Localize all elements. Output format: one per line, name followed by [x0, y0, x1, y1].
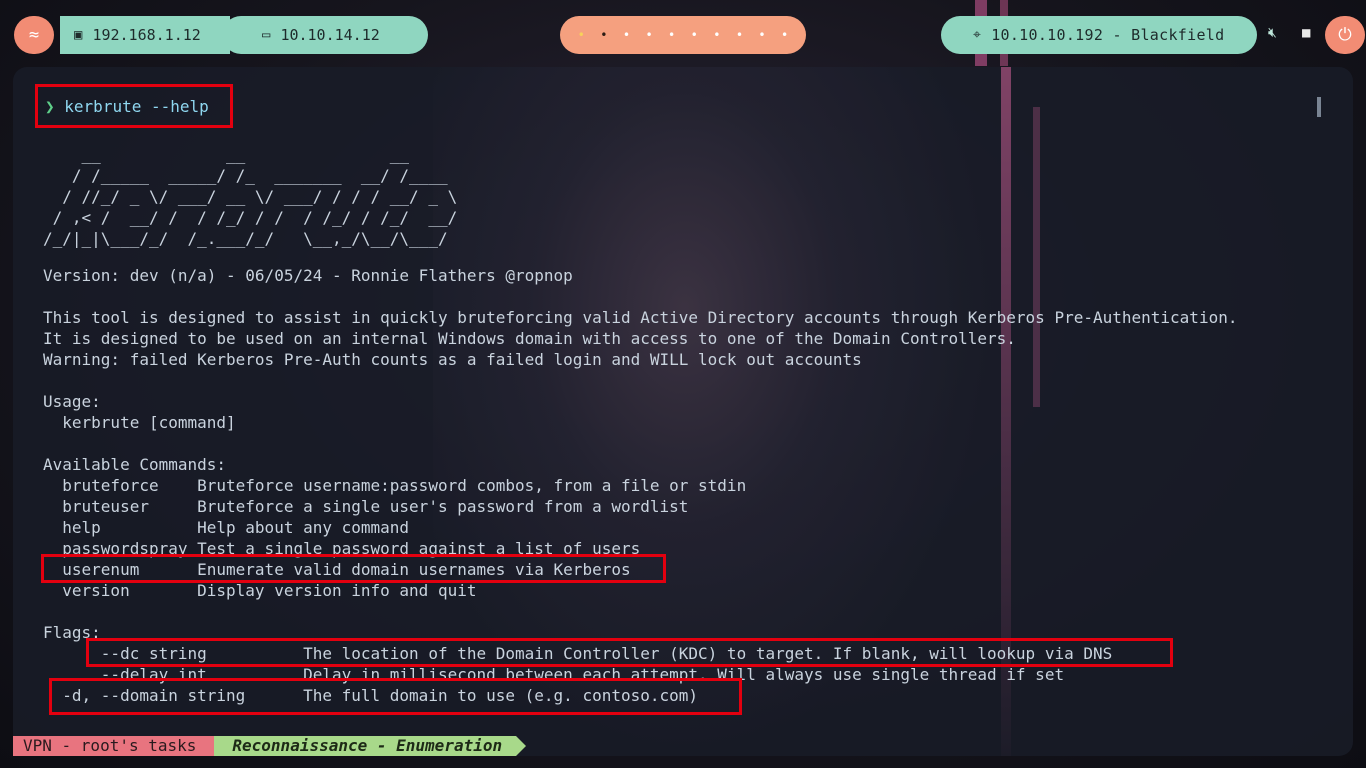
highlight-box-userenum: [41, 554, 666, 583]
top-bar: ≈ ▣ 192.168.1.12 ▭ 10.10.14.12 • • • • •…: [0, 15, 1366, 55]
workspace-5[interactable]: •: [668, 28, 675, 42]
segment-arrow: [516, 736, 527, 756]
wallpaper-neon-stripe: [1033, 107, 1040, 407]
power-icon: ⏻: [1338, 25, 1352, 45]
vpn-ip: 10.10.14.12: [280, 26, 380, 44]
terminal-window[interactable]: ❯ kerbrute --help __ __ __ / /_____ ____…: [13, 67, 1353, 756]
usage-line: kerbrute [command]: [43, 413, 236, 432]
workspace-10[interactable]: •: [781, 28, 788, 42]
command-row: bruteuser Bruteforce a single user's pas…: [43, 497, 689, 516]
command-row: bruteforce Bruteforce username:password …: [43, 476, 747, 495]
workspace-9[interactable]: •: [758, 28, 765, 42]
commands-header: Available Commands:: [43, 455, 227, 474]
local-ip: 192.168.1.12: [92, 26, 201, 44]
version-line: Version: dev (n/a) - 06/05/24 - Ronnie F…: [43, 266, 573, 285]
banner-line: __ __ __: [43, 145, 458, 164]
workspace-4[interactable]: •: [645, 28, 652, 42]
volume-muted-icon[interactable]: 🔇︎: [1268, 25, 1277, 41]
highlight-box-dc-flag: [86, 638, 1173, 667]
highlight-box-command: [35, 84, 233, 128]
network-monitor-icon: ▣: [74, 27, 83, 43]
description-line: This tool is designed to assist in quick…: [43, 308, 1238, 327]
workspace-1[interactable]: •: [578, 28, 585, 42]
banner-line: /_/|_|\___/_/ /_.___/_/ \__,_/\__/\___/: [43, 229, 458, 248]
workspace-8[interactable]: •: [736, 28, 743, 42]
command-row: help Help about any command: [43, 518, 410, 537]
workspace-6[interactable]: •: [691, 28, 698, 42]
kali-dragon-icon: ≈: [28, 25, 40, 45]
banner-line: / ,< / __/ / / /_/ / / / /_/ / /_/ __/: [43, 208, 458, 227]
usage-header: Usage:: [43, 392, 101, 411]
terminal-scrollbar[interactable]: [1317, 97, 1321, 117]
warning-line: Warning: failed Kerberos Pre-Auth counts…: [43, 350, 862, 369]
tmux-status-bar: VPN - root's tasks Reconnaissance - Enum…: [13, 736, 527, 756]
command-row: version Display version info and quit: [43, 581, 477, 600]
target-widget: ⌖ 10.10.10.192 - Blackfield: [941, 16, 1257, 54]
description-line: It is designed to be used on an internal…: [43, 329, 1016, 348]
session-segment[interactable]: VPN - root's tasks: [13, 736, 215, 756]
target-label: 10.10.10.192 - Blackfield: [991, 26, 1225, 44]
banner-line: / /_____ _____/ /_ _______ __/ /____: [43, 166, 458, 185]
workspace-7[interactable]: •: [713, 28, 720, 42]
crosshair-icon: ⌖: [973, 27, 982, 43]
power-button[interactable]: ⏻: [1325, 16, 1365, 54]
workspace-2[interactable]: •: [600, 28, 607, 42]
kali-menu-button[interactable]: ≈: [14, 16, 54, 54]
workspace-3[interactable]: •: [623, 28, 630, 42]
window-segment[interactable]: Reconnaissance - Enumeration: [214, 736, 517, 756]
laptop-icon: ▭: [262, 27, 271, 43]
banner-line: / //_/ _ \/ ___/ __ \/ ___/ / / / __/ _ …: [43, 187, 458, 206]
vpn-ip-widget: ▭ 10.10.14.12: [222, 16, 428, 54]
highlight-box-domain-flag: [49, 678, 742, 715]
workspace-switcher: • • • • • • • • • •: [560, 16, 806, 54]
lock-icon[interactable]: ■: [1302, 25, 1310, 41]
local-ip-widget: ▣ 192.168.1.12: [60, 16, 230, 54]
